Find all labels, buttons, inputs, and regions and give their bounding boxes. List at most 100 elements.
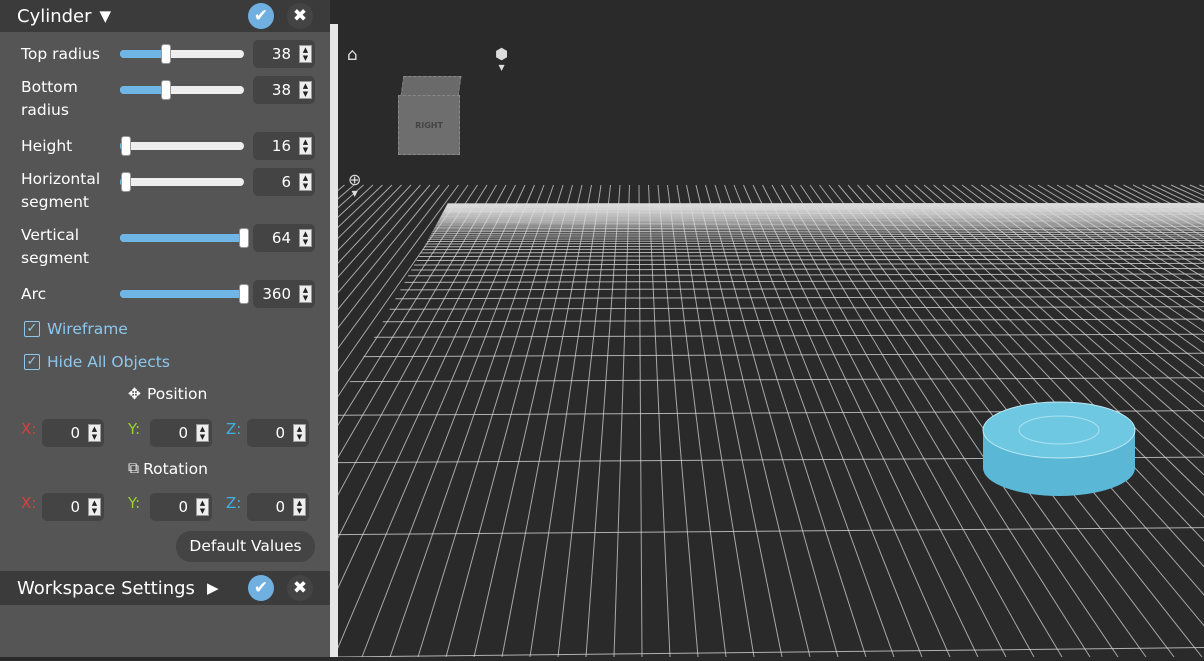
confirm-button[interactable]: ✔ bbox=[248, 3, 274, 29]
grid-line bbox=[338, 185, 525, 657]
param-number-input[interactable]: 16▲▼ bbox=[253, 132, 315, 160]
cylinder-mesh[interactable] bbox=[983, 402, 1135, 496]
position-x-value: 0 bbox=[70, 419, 80, 447]
grid-line bbox=[395, 296, 1204, 298]
param-number-input[interactable]: 64▲▼ bbox=[253, 224, 315, 252]
position-z-input[interactable]: 0 ▲▼ bbox=[247, 419, 309, 447]
slider-fill bbox=[120, 50, 166, 58]
slider-thumb[interactable] bbox=[239, 284, 249, 304]
grid-line bbox=[338, 185, 440, 657]
rotation-x-label: X: bbox=[21, 494, 36, 512]
param-number-input[interactable]: 360▲▼ bbox=[253, 280, 315, 308]
grid-line bbox=[428, 238, 1204, 239]
hide-all-label: Hide All Objects bbox=[47, 353, 170, 371]
position-y-value: 0 bbox=[178, 419, 188, 447]
rotation-y-input[interactable]: 0 ▲▼ bbox=[150, 493, 212, 521]
hide-all-objects-checkbox[interactable]: ✓Hide All Objects bbox=[24, 353, 170, 371]
default-values-button[interactable]: Default Values bbox=[176, 531, 315, 562]
spinner-arrows-icon[interactable]: ▲▼ bbox=[299, 229, 312, 247]
spinner-arrows-icon[interactable]: ▲▼ bbox=[299, 137, 312, 155]
3d-viewport[interactable]: ⌂ ⬢▼ ⊕▼ RIGHT bbox=[338, 0, 1204, 657]
wireframe-checkbox[interactable]: ✓ Wireframe bbox=[24, 320, 128, 338]
param-slider[interactable] bbox=[120, 290, 244, 298]
param-value: 38 bbox=[272, 76, 291, 104]
param-number-input[interactable]: 38 ▲▼ bbox=[253, 76, 315, 104]
slider-thumb[interactable] bbox=[121, 136, 131, 156]
spinner-arrows-icon[interactable]: ▲▼ bbox=[196, 424, 209, 442]
view-cube-face-right[interactable]: RIGHT bbox=[398, 95, 460, 155]
spinner-arrows-icon[interactable]: ▲▼ bbox=[293, 498, 306, 516]
spinner-arrows-icon[interactable]: ▲▼ bbox=[88, 424, 101, 442]
grid-line bbox=[431, 232, 1204, 233]
spinner-arrows-icon[interactable]: ▲▼ bbox=[196, 498, 209, 516]
panel-splitter[interactable] bbox=[330, 0, 338, 657]
grid-line bbox=[432, 231, 1204, 232]
grid-line bbox=[390, 185, 554, 657]
wireframe-label: Wireframe bbox=[47, 320, 128, 338]
cylinder-panel-header[interactable]: Cylinder ▼ ✔ ✖ bbox=[0, 0, 330, 32]
rotation-y-value: 0 bbox=[178, 493, 188, 521]
grid-line bbox=[338, 185, 506, 657]
param-slider[interactable] bbox=[120, 50, 244, 58]
param-value: 6 bbox=[281, 168, 291, 196]
workspace-close-button[interactable]: ✖ bbox=[287, 575, 313, 601]
grid-line bbox=[430, 234, 1204, 235]
slider-thumb[interactable] bbox=[121, 172, 131, 192]
param-slider[interactable] bbox=[120, 178, 244, 186]
home-icon[interactable]: ⌂ bbox=[347, 45, 358, 65]
rotation-x-input[interactable]: 0▲▼ bbox=[42, 493, 104, 521]
param-value: 38 bbox=[272, 40, 291, 68]
grid-line bbox=[338, 185, 497, 657]
grid-line bbox=[422, 248, 1204, 249]
grid-line bbox=[338, 648, 1204, 657]
rotation-heading: ⧉Rotation bbox=[128, 459, 208, 478]
rotate-icon: ⧉ bbox=[128, 459, 139, 478]
scene-canvas[interactable] bbox=[338, 0, 1204, 657]
spinner-arrows-icon[interactable]: ▲▼ bbox=[88, 498, 101, 516]
param-slider[interactable] bbox=[120, 142, 244, 150]
grid-line bbox=[374, 334, 1204, 337]
grid-line bbox=[414, 263, 1204, 265]
workspace-settings-header[interactable]: Workspace Settings ▶ ✔ ✖ bbox=[0, 571, 330, 605]
view-cube-menu-icon[interactable]: ⬢▼ bbox=[495, 45, 508, 72]
param-label: Arc bbox=[21, 283, 121, 306]
param-number-input[interactable]: 38 ▲▼ bbox=[253, 40, 315, 68]
slider-thumb[interactable] bbox=[161, 44, 171, 64]
spinner-arrows-icon[interactable]: ▲▼ bbox=[299, 81, 312, 99]
grid-line bbox=[338, 185, 373, 657]
spinner-arrows-icon[interactable]: ▲▼ bbox=[299, 173, 312, 191]
position-x-input[interactable]: 0 ▲▼ bbox=[42, 419, 104, 447]
param-label: Horizontal segment bbox=[21, 168, 121, 214]
grid-line bbox=[421, 252, 1204, 253]
grid-line bbox=[338, 185, 449, 657]
move-icon: ✥ bbox=[128, 385, 141, 403]
position-x-label: X: bbox=[21, 420, 36, 438]
param-number-input[interactable]: 6 ▲▼ bbox=[253, 168, 315, 196]
close-button[interactable]: ✖ bbox=[287, 3, 313, 29]
spinner-arrows-icon[interactable]: ▲▼ bbox=[299, 285, 312, 303]
position-z-value: 0 bbox=[275, 419, 285, 447]
slider-fill bbox=[120, 290, 244, 298]
cylinder-settings-panel: Cylinder ▼ ✔ ✖ Top radius 38▲▼ Bottom ra… bbox=[0, 0, 330, 657]
spinner-arrows-icon[interactable]: ▲▼ bbox=[299, 45, 312, 63]
rotation-z-input[interactable]: 0▲▼ bbox=[247, 493, 309, 521]
check-icon: ✓ bbox=[24, 321, 40, 337]
slider-thumb[interactable] bbox=[239, 228, 249, 248]
panel-title: Cylinder bbox=[17, 6, 92, 27]
rotation-label: Rotation bbox=[143, 460, 208, 478]
param-slider[interactable] bbox=[120, 86, 244, 94]
slider-thumb[interactable] bbox=[161, 80, 171, 100]
grid-line bbox=[338, 185, 516, 657]
spinner-arrows-icon[interactable]: ▲▼ bbox=[293, 424, 306, 442]
grid-line bbox=[404, 280, 1204, 282]
triangle-down-icon[interactable]: ▼ bbox=[100, 7, 112, 25]
workspace-confirm-button[interactable]: ✔ bbox=[248, 575, 274, 601]
position-y-label: Y: bbox=[128, 420, 140, 438]
param-label: Height bbox=[21, 135, 121, 158]
navigation-globe-icon[interactable]: ⊕▼ bbox=[348, 170, 361, 198]
position-y-input[interactable]: 0 ▲▼ bbox=[150, 419, 212, 447]
slider-fill bbox=[120, 234, 244, 242]
triangle-right-icon[interactable]: ▶ bbox=[207, 579, 219, 597]
view-cube[interactable]: RIGHT bbox=[398, 76, 462, 156]
param-slider[interactable] bbox=[120, 234, 244, 242]
